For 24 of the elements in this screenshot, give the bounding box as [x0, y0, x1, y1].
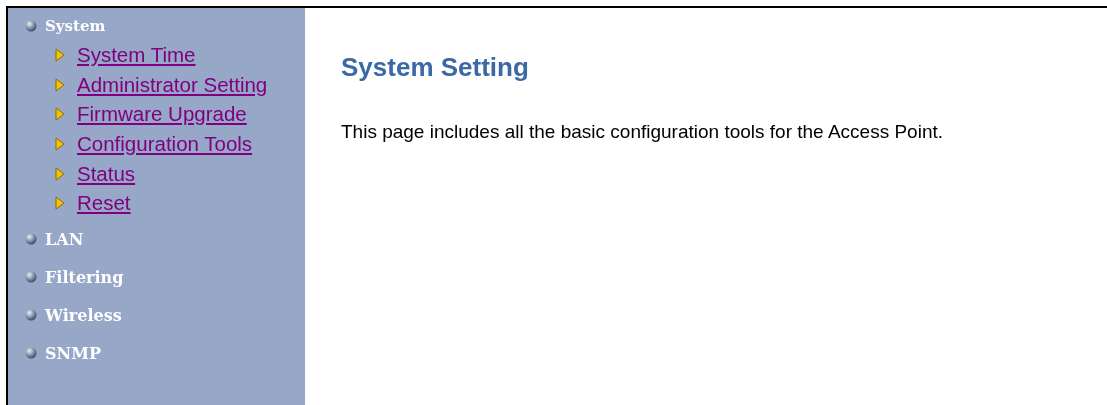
sidebar-link[interactable]: Administrator Setting: [77, 72, 268, 97]
ball-icon: [25, 347, 37, 360]
sidebar-category[interactable]: SNMP: [45, 343, 101, 363]
triangle-icon: [55, 47, 65, 62]
ball-icon: [25, 20, 37, 32]
triangle-icon: [55, 77, 65, 92]
sidebar-link[interactable]: Reset: [77, 191, 131, 216]
ball-icon: [25, 271, 37, 284]
sidebar-category[interactable]: Wireless: [45, 305, 122, 325]
sidebar-category[interactable]: System: [45, 17, 106, 35]
sidebar-link[interactable]: Firmware Upgrade: [77, 102, 247, 127]
triangle-icon: [55, 196, 65, 211]
sidebar-link[interactable]: Configuration Tools: [77, 131, 253, 156]
sidebar-category[interactable]: LAN: [45, 229, 84, 249]
page-description: This page includes all the basic configuration tools for the Access Point.: [341, 121, 943, 143]
sidebar-category[interactable]: Filtering: [45, 267, 124, 287]
ball-icon: [25, 309, 37, 322]
triangle-icon: [55, 107, 65, 122]
triangle-icon: [55, 166, 65, 181]
sidebar-link[interactable]: Status: [77, 161, 136, 186]
triangle-icon: [55, 136, 65, 151]
sidebar-link[interactable]: System Time: [77, 42, 196, 67]
ball-icon: [25, 233, 37, 246]
page-title: System Setting: [341, 52, 530, 83]
